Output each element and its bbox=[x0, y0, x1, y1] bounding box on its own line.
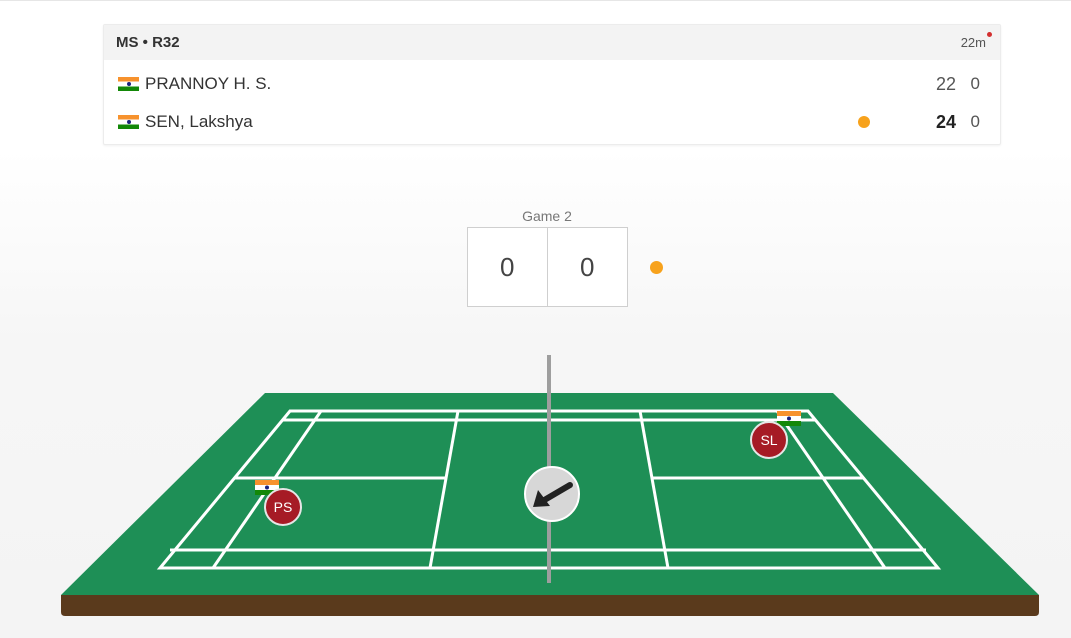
player-initials: SL bbox=[760, 432, 777, 448]
player-name: SEN, Lakshya bbox=[145, 112, 253, 131]
scoreboard-serve-indicator-icon bbox=[650, 261, 663, 274]
match-scorecard[interactable]: MS • R32 22m PRANNOY H. S. 22 0 SEN, Lak… bbox=[103, 24, 1001, 145]
india-flag-icon bbox=[118, 77, 139, 91]
india-flag-icon bbox=[777, 411, 801, 426]
scorecard-header: MS • R32 22m bbox=[104, 25, 1000, 60]
player-row-2[interactable]: SEN, Lakshya 24 0 bbox=[118, 107, 980, 137]
top-divider bbox=[0, 0, 1071, 1]
player-game1-score: 24 bbox=[935, 111, 956, 132]
india-flag-icon bbox=[118, 115, 139, 129]
shuttle-direction-indicator bbox=[524, 466, 580, 522]
player-game1-score: 22 bbox=[935, 73, 956, 94]
serving-indicator-icon bbox=[858, 116, 870, 128]
right-score: 0 bbox=[580, 251, 595, 282]
court-base bbox=[61, 595, 1039, 616]
live-indicator-icon bbox=[987, 32, 992, 37]
current-game-label: Game 2 bbox=[522, 208, 572, 224]
match-round: MS • R32 bbox=[116, 34, 180, 51]
left-score: 0 bbox=[468, 228, 548, 306]
elapsed-text: 22m bbox=[960, 35, 986, 50]
badminton-court: PS SL bbox=[61, 355, 1039, 616]
player-game2-score: 0 bbox=[970, 112, 980, 131]
player-name: PRANNOY H. S. bbox=[145, 74, 272, 93]
player-game2-score: 0 bbox=[970, 74, 980, 93]
current-game-scoreboard: 0 0 bbox=[467, 227, 628, 307]
player-initials: PS bbox=[274, 499, 293, 515]
player-row-1[interactable]: PRANNOY H. S. 22 0 bbox=[118, 69, 980, 99]
match-elapsed-time: 22m bbox=[960, 32, 992, 50]
